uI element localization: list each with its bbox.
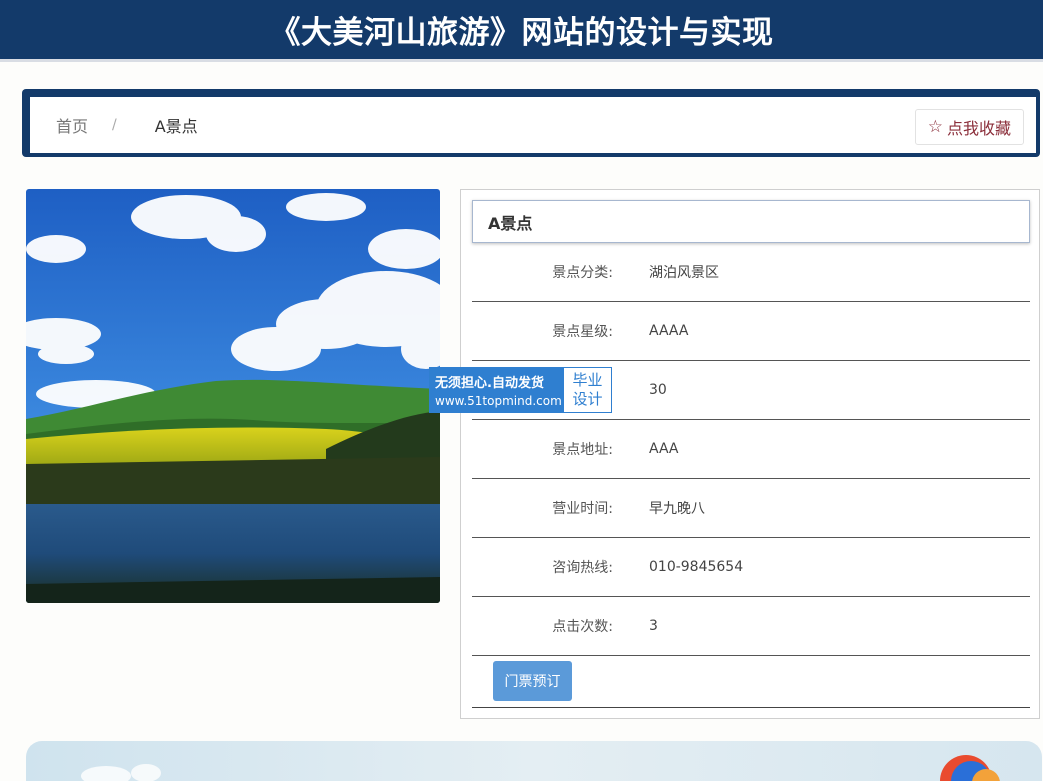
breadcrumb-current: A景点 (154, 117, 198, 136)
info-label: 景点分类: (552, 265, 613, 281)
info-value: 3 (649, 618, 658, 634)
info-label: 景点星级: (552, 324, 613, 340)
watermark-badge-line2: 设计 (572, 390, 603, 408)
info-value: 湖泊风景区 (649, 265, 719, 281)
info-row-rating: 景点星级: AAAA (472, 302, 1030, 361)
breadcrumb: 首页 / A景点 ☆ 点我收藏 (30, 97, 1036, 153)
info-row-address: 景点地址: AAA (472, 420, 1030, 479)
detail-panel: A景点 景点分类: 湖泊风景区 景点星级: AAAA 30 景点地址: AAA … (460, 189, 1040, 719)
info-label: 景点地址: (552, 442, 613, 458)
info-value: 30 (649, 382, 667, 398)
watermark-line2: www.51topmind.com (435, 394, 562, 408)
site-header: 《大美河山旅游》网站的设计与实现 (0, 0, 1043, 62)
book-ticket-button[interactable]: 门票预订 (493, 661, 572, 701)
scenic-photo (26, 189, 440, 603)
breadcrumb-home-link[interactable]: 首页 (56, 113, 88, 137)
breadcrumb-separator: / (112, 117, 117, 133)
info-row-category: 景点分类: 湖泊风景区 (472, 243, 1030, 302)
favorite-button-label: 点我收藏 (946, 119, 1011, 138)
book-row: 门票预订 (472, 656, 1030, 701)
info-value: 早九晚八 (649, 501, 705, 517)
site-title: 《大美河山旅游》网站的设计与实现 (269, 15, 774, 51)
detail-card: A景点 景点分类: 湖泊风景区 景点星级: AAAA 30 景点地址: AAA … (472, 200, 1030, 708)
watermark-badge: 无须担心.自动发货 www.51topmind.com 毕业 设计 (429, 367, 612, 413)
breadcrumb-bar: 首页 / A景点 ☆ 点我收藏 (22, 89, 1040, 157)
info-value: AAAA (649, 323, 689, 339)
info-label: 点击次数: (552, 619, 613, 635)
watermark-line1: 无须担心.自动发货 (435, 376, 544, 391)
star-outline-icon: ☆ (927, 117, 943, 137)
info-label: 咨询热线: (552, 560, 613, 576)
info-value: AAA (649, 441, 679, 457)
info-value: 010-9845654 (649, 559, 744, 575)
bottom-banner-image (26, 741, 1042, 781)
info-row-hours: 营业时间: 早九晚八 (472, 479, 1030, 538)
info-row-clicks: 点击次数: 3 (472, 597, 1030, 656)
watermark-badge-line1: 毕业 (572, 371, 603, 389)
info-label: 营业时间: (552, 501, 613, 517)
detail-title: A景点 (472, 200, 1030, 243)
info-row-hotline: 咨询热线: 010-9845654 (472, 538, 1030, 597)
favorite-button[interactable]: ☆ 点我收藏 (914, 109, 1024, 145)
